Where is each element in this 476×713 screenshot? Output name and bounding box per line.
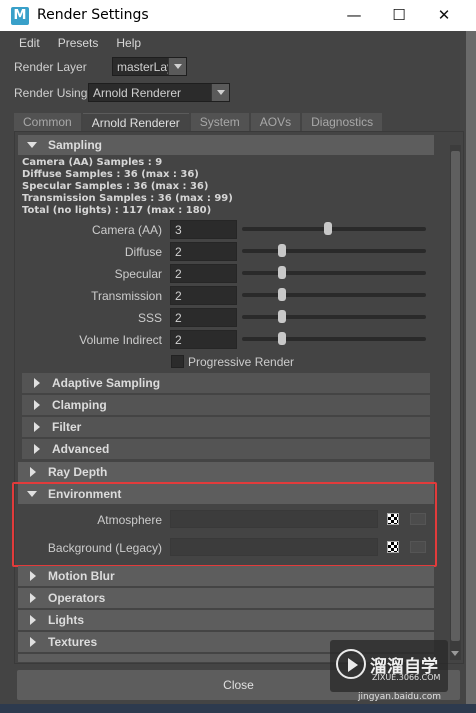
sss-field[interactable]: 2 bbox=[170, 308, 237, 327]
render-using-label: Render Using bbox=[14, 86, 88, 100]
progressive-render-label: Progressive Render bbox=[188, 355, 295, 369]
menu-help[interactable]: Help bbox=[107, 33, 150, 53]
tab-bar: Common Arnold Renderer System AOVs Diagn… bbox=[14, 113, 384, 131]
expanded-triangle-icon bbox=[27, 142, 37, 148]
tab-diagnostics[interactable]: Diagnostics bbox=[302, 113, 383, 131]
info-total-samples: Total (no lights) : 117 (max : 180) bbox=[22, 205, 212, 216]
tab-arnold-renderer[interactable]: Arnold Renderer bbox=[82, 113, 189, 131]
tab-aovs[interactable]: AOVs bbox=[250, 113, 301, 131]
slider-handle[interactable] bbox=[278, 288, 287, 301]
diffuse-slider[interactable] bbox=[242, 244, 426, 257]
motion-blur-header[interactable]: Motion Blur bbox=[18, 566, 434, 586]
tab-system[interactable]: System bbox=[190, 113, 249, 131]
clamping-header[interactable]: Clamping bbox=[22, 395, 430, 415]
info-diffuse-samples: Diffuse Samples : 36 (max : 36) bbox=[22, 169, 199, 180]
specular-label: Specular bbox=[114, 267, 162, 281]
chevron-down-icon bbox=[211, 84, 229, 101]
play-logo-icon bbox=[336, 649, 366, 679]
slider-handle[interactable] bbox=[324, 222, 333, 235]
chevron-down-icon bbox=[168, 58, 186, 75]
scroll-down-arrow-icon[interactable] bbox=[451, 650, 460, 658]
minimize-button[interactable]: — bbox=[331, 0, 377, 31]
progressive-render-checkbox[interactable] bbox=[171, 355, 184, 368]
collapsed-triangle-icon bbox=[34, 378, 40, 388]
collapsed-triangle-icon bbox=[34, 422, 40, 432]
background-viewport-edge bbox=[466, 31, 476, 713]
info-camera-samples: Camera (AA) Samples : 9 bbox=[22, 157, 163, 168]
camera-aa-label: Camera (AA) bbox=[91, 223, 162, 237]
filter-header[interactable]: Filter bbox=[22, 417, 430, 437]
slider-handle[interactable] bbox=[278, 244, 287, 257]
collapsed-triangle-icon bbox=[34, 444, 40, 454]
adaptive-sampling-header[interactable]: Adaptive Sampling bbox=[22, 373, 430, 393]
collapsed-triangle-icon bbox=[30, 593, 36, 603]
scrollbar-thumb[interactable] bbox=[451, 151, 460, 641]
window-title: Render Settings bbox=[37, 7, 149, 23]
lights-header[interactable]: Lights bbox=[18, 610, 434, 630]
operators-header[interactable]: Operators bbox=[18, 588, 434, 608]
sampling-section-header[interactable]: Sampling bbox=[18, 135, 434, 155]
render-using-dropdown[interactable]: Arnold Renderer bbox=[88, 83, 230, 102]
info-specular-samples: Specular Samples : 36 (max : 36) bbox=[22, 181, 209, 192]
transmission-label: Transmission bbox=[91, 289, 162, 303]
maximize-button[interactable]: ☐ bbox=[376, 0, 422, 31]
slider-handle[interactable] bbox=[278, 332, 287, 345]
sss-slider[interactable] bbox=[242, 310, 426, 323]
collapsed-triangle-icon bbox=[30, 467, 36, 477]
watermark-subtitle: ZIXUE.3066.COM bbox=[372, 673, 441, 682]
volume-indirect-field[interactable]: 2 bbox=[170, 330, 237, 349]
close-window-button[interactable]: ✕ bbox=[421, 0, 467, 31]
slider-handle[interactable] bbox=[278, 310, 287, 323]
render-using-value: Arnold Renderer bbox=[93, 86, 182, 100]
collapsed-triangle-icon bbox=[34, 400, 40, 410]
maya-app-icon: M bbox=[11, 7, 29, 25]
menu-bar: Edit Presets Help bbox=[10, 33, 150, 53]
render-layer-label: Render Layer bbox=[14, 60, 87, 74]
specular-slider[interactable] bbox=[242, 266, 426, 279]
ray-depth-header[interactable]: Ray Depth bbox=[18, 462, 434, 482]
menu-presets[interactable]: Presets bbox=[49, 33, 108, 53]
watermark-url: jingyan.baidu.com bbox=[358, 692, 442, 702]
advanced-header[interactable]: Advanced bbox=[22, 439, 430, 459]
title-bar: M Render Settings — ☐ ✕ bbox=[0, 0, 476, 31]
camera-aa-field[interactable]: 3 bbox=[170, 220, 237, 239]
volume-indirect-slider[interactable] bbox=[242, 332, 426, 345]
transmission-slider[interactable] bbox=[242, 288, 426, 301]
diffuse-label: Diffuse bbox=[124, 245, 162, 259]
render-layer-dropdown[interactable]: masterLayer bbox=[112, 57, 187, 76]
sss-label: SSS bbox=[137, 311, 162, 325]
menu-edit[interactable]: Edit bbox=[10, 33, 49, 53]
tab-common[interactable]: Common bbox=[14, 113, 81, 131]
collapsed-triangle-icon bbox=[30, 571, 36, 581]
info-transmission-samples: Transmission Samples : 36 (max : 99) bbox=[22, 193, 233, 204]
taskbar-edge bbox=[0, 704, 476, 713]
highlight-annotation-box bbox=[12, 482, 437, 567]
volume-indirect-label: Volume Indirect bbox=[79, 333, 162, 347]
collapsed-triangle-icon bbox=[30, 615, 36, 625]
camera-aa-slider[interactable] bbox=[242, 222, 426, 235]
transmission-field[interactable]: 2 bbox=[170, 286, 237, 305]
specular-field[interactable]: 2 bbox=[170, 264, 237, 283]
diffuse-field[interactable]: 2 bbox=[170, 242, 237, 261]
slider-handle[interactable] bbox=[278, 266, 287, 279]
collapsed-triangle-icon bbox=[30, 637, 36, 647]
